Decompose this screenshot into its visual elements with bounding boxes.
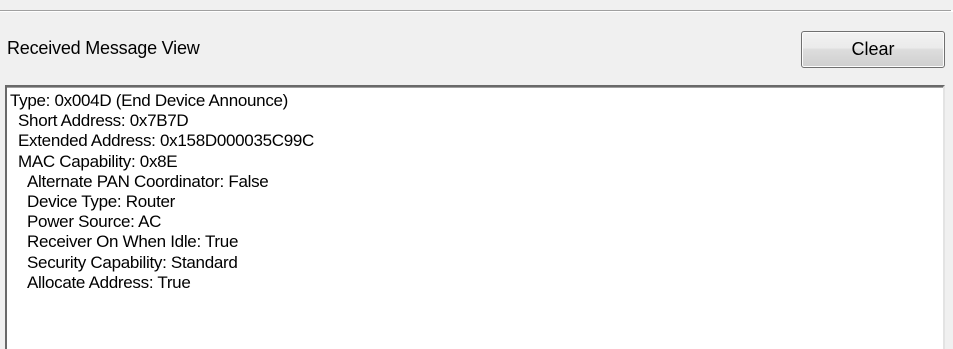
received-message-view[interactable]: Type: 0x004D (End Device Announce) Short… [5,85,945,349]
message-line[interactable]: Device Type: Router [10,192,943,212]
message-line[interactable]: Allocate Address: True [10,273,943,293]
message-line[interactable]: Security Capability: Standard [10,253,943,273]
message-line[interactable]: Extended Address: 0x158D000035C99C [10,131,943,151]
message-line[interactable]: Power Source: AC [10,212,943,232]
message-line[interactable]: Short Address: 0x7B7D [10,111,943,131]
panel-title: Received Message View [7,38,200,58]
message-line[interactable]: Alternate PAN Coordinator: False [10,172,943,192]
message-line[interactable]: Receiver On When Idle: True [10,232,943,252]
clear-button[interactable]: Clear [801,31,945,68]
message-line[interactable]: Type: 0x004D (End Device Announce) [10,91,943,111]
message-line[interactable]: MAC Capability: 0x8E [10,152,943,172]
top-divider [0,10,951,12]
message-line-list: Type: 0x004D (End Device Announce) Short… [7,87,943,293]
